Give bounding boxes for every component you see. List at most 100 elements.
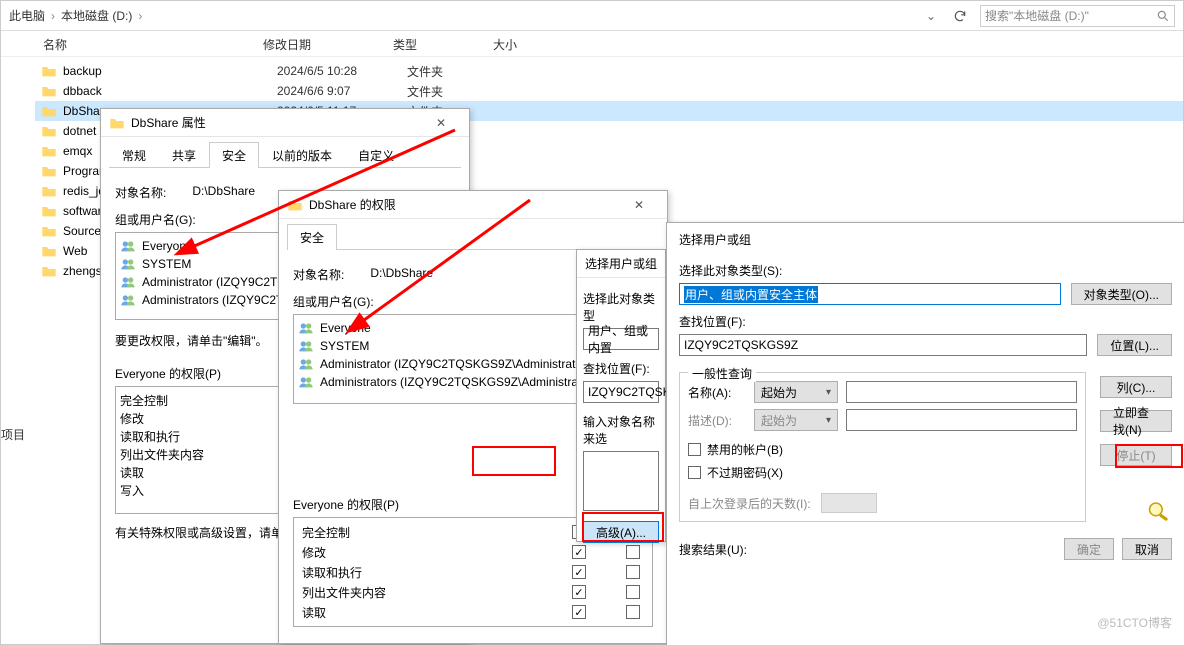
search-icon [1156, 9, 1170, 23]
close-button[interactable]: ✕ [619, 192, 659, 218]
perm-name: 修改 [302, 544, 326, 561]
breadcrumb-root[interactable]: 此电脑 [9, 7, 45, 24]
folder-icon [41, 164, 57, 178]
user-icon [120, 275, 136, 289]
file-date: 2024/6/6 9:07 [277, 84, 407, 98]
object-label: 对象名称: [293, 266, 344, 283]
close-button[interactable]: ✕ [421, 110, 461, 136]
tab[interactable]: 共享 [159, 142, 209, 168]
disabled-checkbox[interactable] [688, 443, 701, 456]
file-date: 2024/6/5 10:28 [277, 64, 407, 78]
allow-checkbox[interactable] [572, 565, 586, 579]
deny-checkbox[interactable] [626, 585, 640, 599]
ok-button[interactable]: 确定 [1064, 538, 1114, 560]
name-mode-dropdown[interactable]: 起始为 [754, 381, 838, 403]
file-row[interactable]: dbback2024/6/6 9:07文件夹 [35, 81, 1183, 101]
type-value: 用户、组或内置 [588, 322, 654, 356]
tab[interactable]: 自定义 [345, 142, 407, 168]
folder-icon [287, 198, 303, 212]
refresh-button[interactable] [946, 5, 974, 27]
search-input[interactable]: 搜索"本地磁盘 (D:)" [980, 5, 1175, 27]
dialog-title: 选择用户或组 [667, 223, 1184, 252]
perm-row: 读取 [302, 602, 644, 622]
column-headers: 名称 修改日期 类型 大小 [1, 31, 1183, 57]
object-types-button[interactable]: 对象类型(O)... [1071, 283, 1172, 305]
folder-icon [41, 244, 57, 258]
tab[interactable]: 安全 [209, 142, 259, 168]
file-name: backup [63, 64, 277, 78]
loc-field: IZQY9C2TQSK [583, 381, 659, 403]
folder-icon [41, 184, 57, 198]
stop-button[interactable]: 停止(T) [1100, 444, 1172, 466]
tab-strip: 安全 [287, 223, 659, 250]
search-placeholder: 搜索"本地磁盘 (D:)" [985, 7, 1089, 24]
locations-button[interactable]: 位置(L)... [1097, 334, 1172, 356]
nonexp-checkbox[interactable] [688, 466, 701, 479]
header-name[interactable]: 名称 [35, 31, 255, 56]
titlebar[interactable]: DbShare 属性 ✕ [101, 109, 469, 137]
name-field[interactable] [583, 451, 659, 511]
file-type: 文件夹 [407, 83, 507, 100]
find-now-button[interactable]: 立即查找(N) [1100, 410, 1172, 432]
advanced-button[interactable]: 高级(A)... [583, 521, 659, 543]
object-label: 对象名称: [115, 184, 166, 201]
deny-checkbox[interactable] [626, 605, 640, 619]
loc-label: 查找位置(F): [583, 360, 659, 377]
perm-label: Everyone 的权限(P) [293, 496, 399, 513]
desc-label: 描述(D): [688, 412, 746, 429]
user-icon [120, 239, 136, 253]
titlebar[interactable]: 选择用户或组 [577, 250, 665, 278]
allow-checkbox[interactable] [572, 585, 586, 599]
user-name: Everyone [320, 321, 371, 335]
user-icon [298, 357, 314, 371]
dialog-title: 选择用户或组 [585, 255, 657, 272]
desc-mode-value: 起始为 [761, 412, 797, 429]
tab[interactable]: 以前的版本 [259, 142, 345, 168]
refresh-icon [953, 9, 967, 23]
chevron-down-icon[interactable]: ⌄ [922, 7, 940, 25]
loc-value: IZQY9C2TQSK [588, 385, 671, 399]
header-type[interactable]: 类型 [385, 31, 485, 56]
type-label: 选择此对象类型(S): [679, 262, 1172, 279]
location-field[interactable]: IZQY9C2TQSKGS9Z [679, 334, 1087, 356]
perm-row: 列出文件夹内容 [302, 582, 644, 602]
user-name: Administrator (IZQY9C2TQSKGS9Z\Administr… [320, 357, 590, 371]
folder-icon [41, 264, 57, 278]
name-input[interactable] [846, 381, 1077, 403]
search-decor-icon [1146, 500, 1172, 522]
name-label: 名称(A): [688, 384, 746, 401]
type-value: 用户、组或内置安全主体 [684, 286, 818, 303]
deny-checkbox[interactable] [626, 565, 640, 579]
object-type-field[interactable]: 用户、组或内置安全主体 [679, 283, 1061, 305]
cancel-button[interactable]: 取消 [1122, 538, 1172, 560]
user-icon [298, 321, 314, 335]
dialog-body: 选择此对象类型 用户、组或内置 查找位置(F): IZQY9C2TQSK 输入对… [577, 278, 665, 549]
tab-security[interactable]: 安全 [287, 224, 337, 250]
file-row[interactable]: backup2024/6/5 10:28文件夹 [35, 61, 1183, 81]
user-name: Everyone [142, 239, 193, 253]
folder-icon [41, 64, 57, 78]
object-value: D:\DbShare [192, 184, 255, 201]
breadcrumb-disk[interactable]: 本地磁盘 (D:) [61, 7, 132, 24]
perm-row: 读取和执行 [302, 562, 644, 582]
days-dropdown[interactable] [821, 493, 877, 513]
allow-checkbox[interactable] [572, 605, 586, 619]
loc-label: 查找位置(F): [679, 313, 1172, 330]
dialog-body: 选择此对象类型(S): 用户、组或内置安全主体 对象类型(O)... 查找位置(… [667, 252, 1184, 564]
header-date[interactable]: 修改日期 [255, 31, 385, 56]
user-name: Administrators (IZQY9C2T [142, 293, 283, 307]
tab[interactable]: 常规 [109, 142, 159, 168]
folder-icon [41, 84, 57, 98]
desc-input[interactable] [846, 409, 1077, 431]
loc-value: IZQY9C2TQSKGS9Z [684, 338, 798, 352]
select-users-small: 选择用户或组 选择此对象类型 用户、组或内置 查找位置(F): IZQY9C2T… [576, 249, 666, 542]
columns-button[interactable]: 列(C)... [1100, 376, 1172, 398]
titlebar[interactable]: DbShare 的权限 ✕ [279, 191, 667, 219]
header-size[interactable]: 大小 [485, 31, 565, 56]
type-field: 用户、组或内置 [583, 328, 659, 350]
perm-name: 完全控制 [302, 524, 350, 541]
name-label: 输入对象名称来选 [583, 413, 659, 447]
desc-mode-dropdown[interactable]: 起始为 [754, 409, 838, 431]
breadcrumb-path[interactable]: 此电脑 › 本地磁盘 (D:) › ⌄ [9, 7, 940, 25]
folder-icon [41, 144, 57, 158]
